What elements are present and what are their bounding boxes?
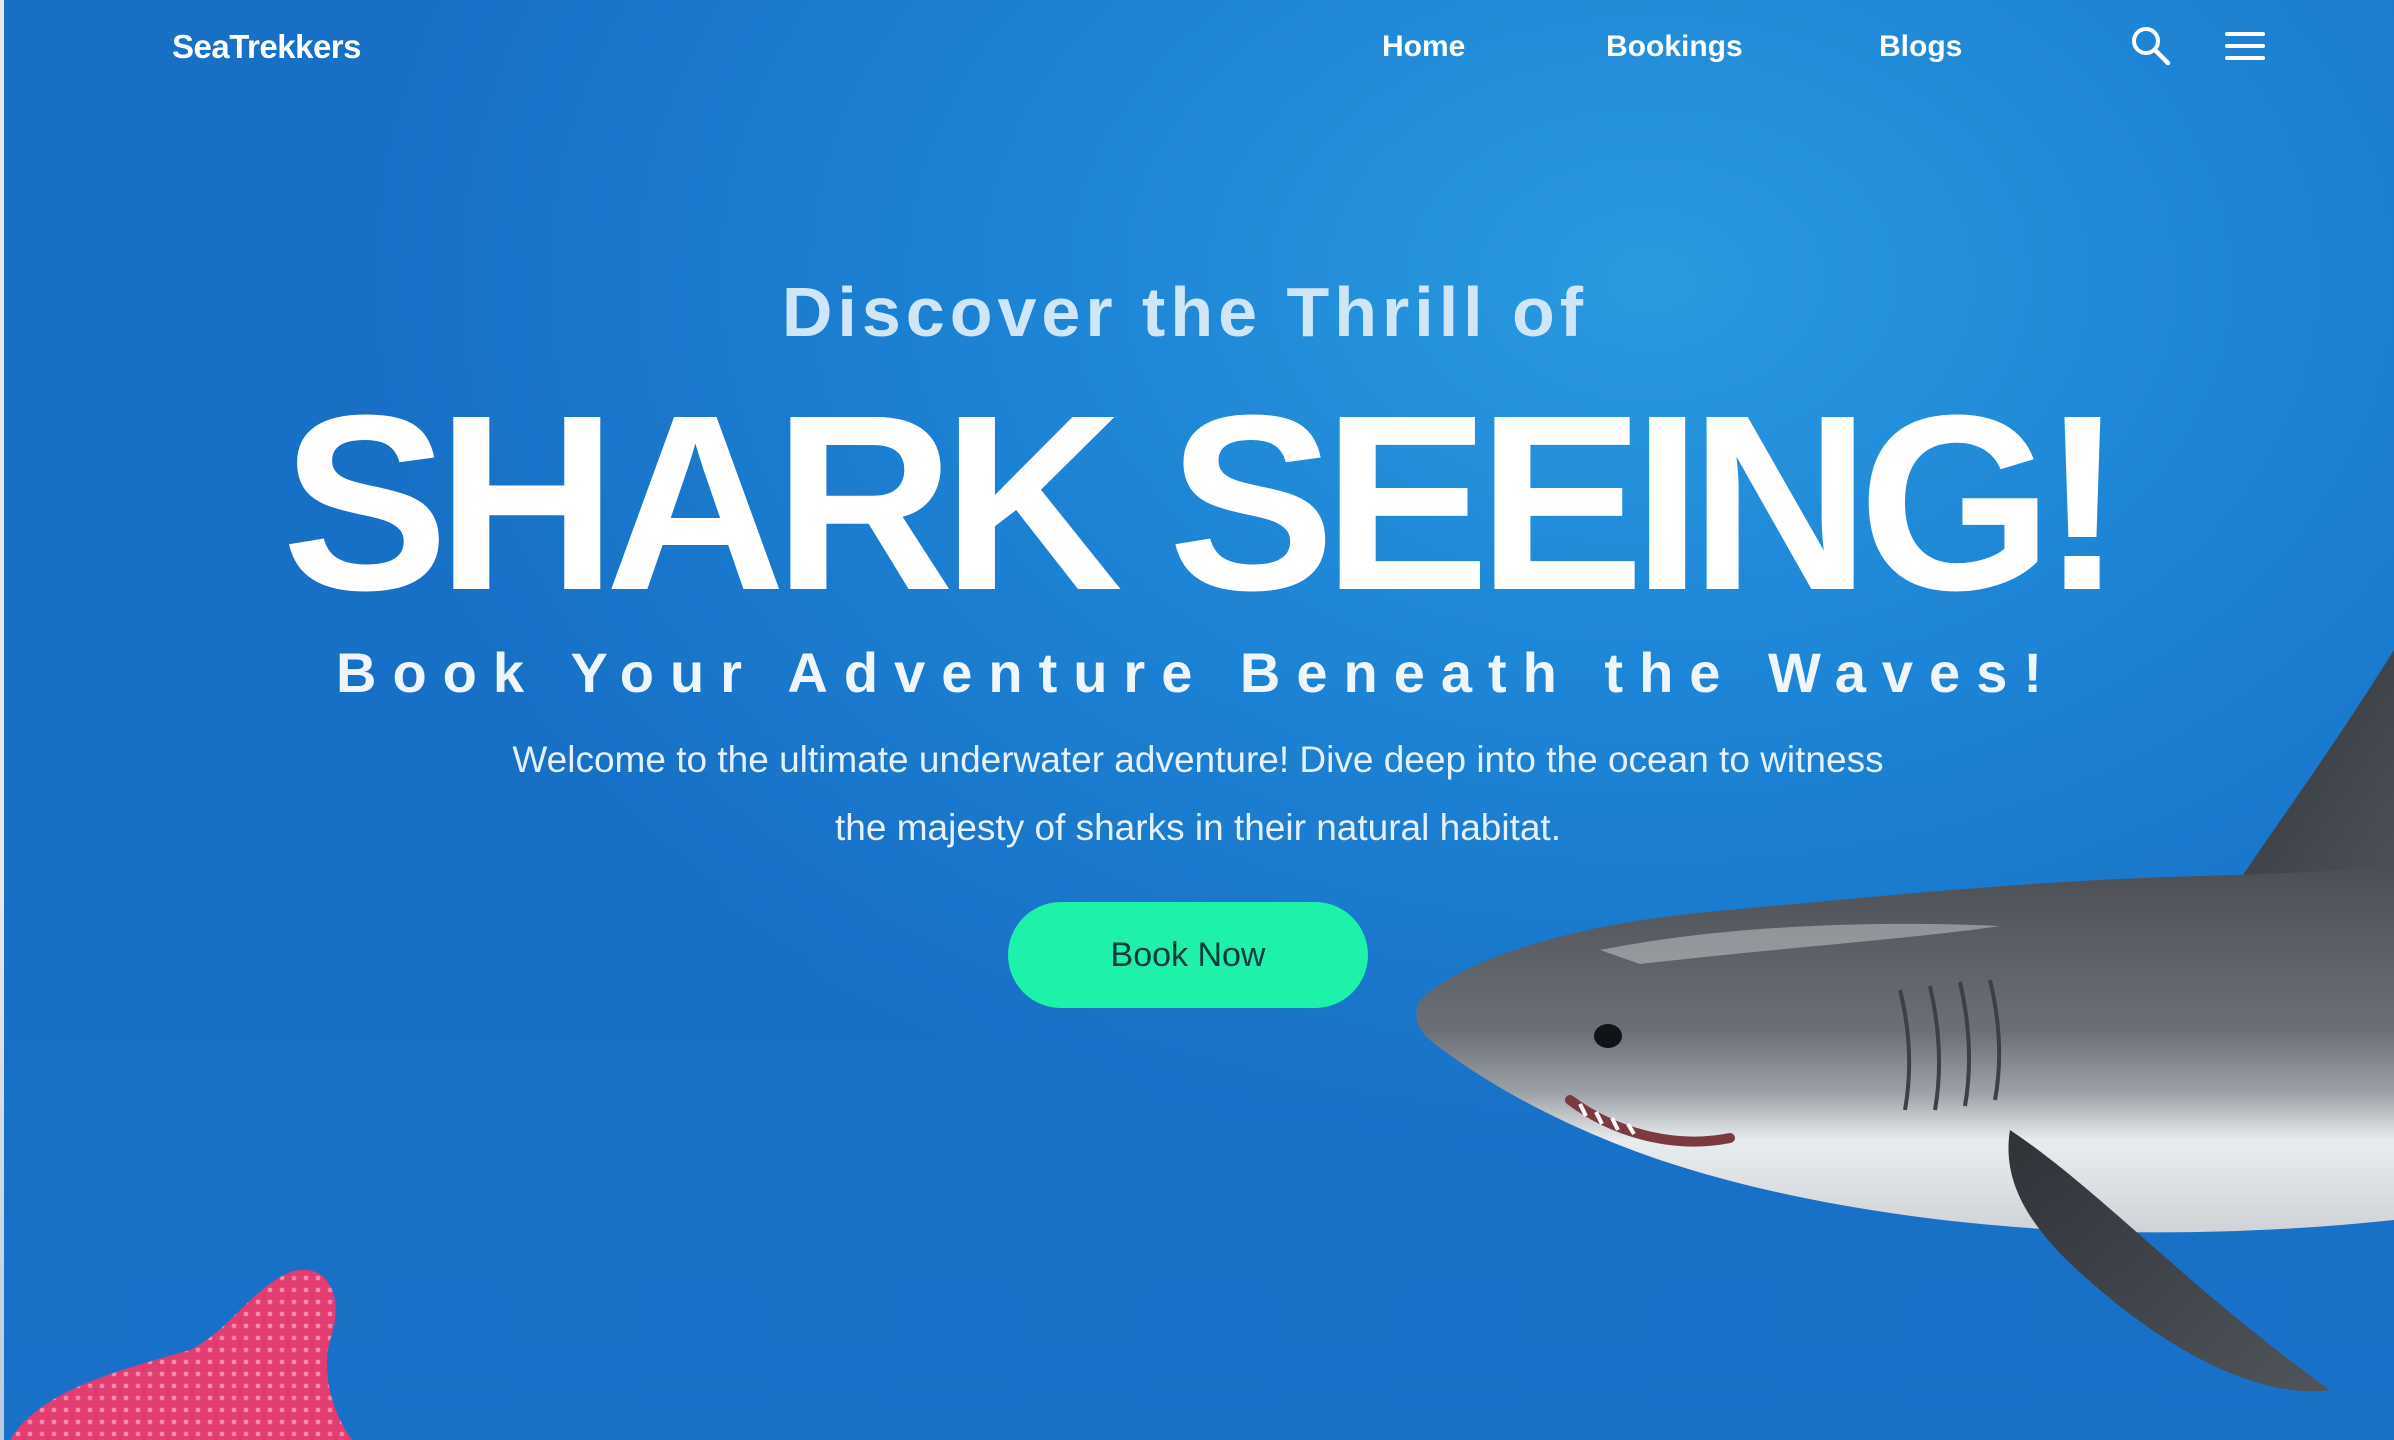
brand-logo[interactable]: SeaTrekkers [172,28,362,66]
book-now-button[interactable]: Book Now [1008,902,1368,1008]
nav-link-home[interactable]: Home [1382,30,1465,64]
hero-description: Welcome to the ultimate underwater adven… [512,739,1884,848]
hero-subtitle: Book Your Adventure Beneath the Waves! [336,641,2058,704]
nav-link-bookings[interactable]: Bookings [1606,30,1743,64]
landing-page: SeaTrekkers Home Bookings Blogs Discover… [0,0,2394,1440]
menu-icon[interactable] [2223,24,2267,68]
hero-title: SHARK SEEING! [281,363,2124,642]
hero-kicker: Discover the Thrill of [781,273,1589,351]
search-icon[interactable] [2129,24,2173,68]
starfish-image [10,1269,352,1440]
nav-link-blogs[interactable]: Blogs [1879,30,1962,64]
